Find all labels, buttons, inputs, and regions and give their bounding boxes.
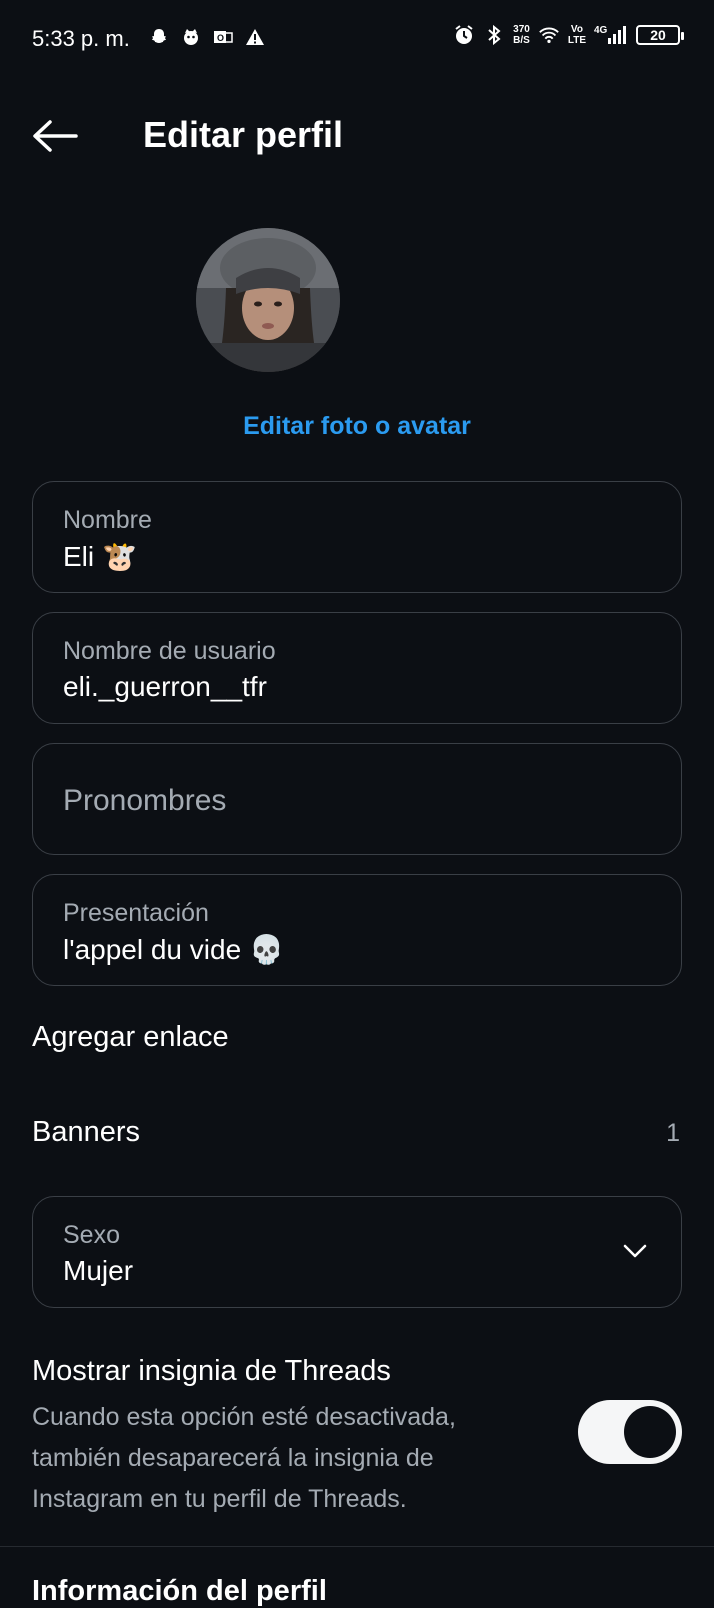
name-field[interactable]: Nombre Eli 🐮 xyxy=(32,481,682,593)
threads-badge-description: Cuando esta opción esté desactivada, tam… xyxy=(32,1403,456,1513)
system-icons: 370 B/S Vo LTE 4G 20 xyxy=(453,24,684,46)
edit-photo-link[interactable]: Editar foto o avatar xyxy=(0,412,714,441)
page-title: Editar perfil xyxy=(143,114,344,155)
gender-value: Mujer xyxy=(63,1255,134,1286)
snapchat-icon xyxy=(148,26,170,48)
username-field[interactable]: Nombre de usuario eli._guerron__tfr xyxy=(32,612,682,724)
battery-indicator: 20 xyxy=(636,25,684,45)
username-label: Nombre de usuario xyxy=(63,637,276,665)
alarm-icon xyxy=(453,24,475,46)
avatar[interactable] xyxy=(196,228,340,372)
chevron-down-icon xyxy=(623,1244,647,1258)
username-value: eli._guerron__tfr xyxy=(63,671,267,702)
volte-indicator: Vo LTE xyxy=(567,24,586,46)
bio-label: Presentación xyxy=(63,899,209,927)
cow-emoji: 🐮 xyxy=(102,541,137,572)
status-bar: 5:33 p. m. O 370 B/S Vo LTE 4G 20 xyxy=(0,0,714,80)
gender-label: Sexo xyxy=(63,1221,120,1249)
name-value: Eli 🐮 xyxy=(63,541,137,572)
banners-label: Banners xyxy=(32,1116,141,1148)
bio-value: l'appel du vide 💀 xyxy=(63,934,285,965)
signal-icon: 4G xyxy=(594,24,628,46)
bluetooth-icon xyxy=(483,24,505,46)
back-button[interactable] xyxy=(30,116,80,156)
threads-badge-title: Mostrar insignia de Threads xyxy=(32,1355,391,1387)
net-speed: 370 B/S xyxy=(513,24,530,46)
arrow-left-icon xyxy=(33,120,78,152)
svg-text:O: O xyxy=(217,33,224,43)
gender-select[interactable]: Sexo Mujer xyxy=(32,1196,682,1308)
status-time: 5:33 p. m. xyxy=(32,26,130,51)
cat-icon xyxy=(180,26,202,48)
skull-emoji: 💀 xyxy=(249,934,285,965)
pronouns-placeholder: Pronombres xyxy=(63,784,227,817)
wifi-icon xyxy=(538,24,560,46)
header: Editar perfil xyxy=(0,100,714,170)
divider xyxy=(0,1546,714,1547)
name-label: Nombre xyxy=(63,506,152,534)
pronouns-field[interactable]: Pronombres xyxy=(32,743,682,855)
warning-icon xyxy=(244,26,266,48)
toggle-knob xyxy=(624,1406,676,1458)
profile-info-heading: Información del perfil xyxy=(32,1575,327,1607)
add-link-button[interactable]: Agregar enlace xyxy=(32,1021,229,1054)
notification-icons: O xyxy=(148,26,266,48)
outlook-icon: O xyxy=(212,26,234,48)
banners-count: 1 xyxy=(666,1119,680,1147)
network-type: 4G xyxy=(594,25,608,36)
bio-field[interactable]: Presentación l'appel du vide 💀 xyxy=(32,874,682,986)
threads-badge-toggle[interactable] xyxy=(578,1400,682,1464)
